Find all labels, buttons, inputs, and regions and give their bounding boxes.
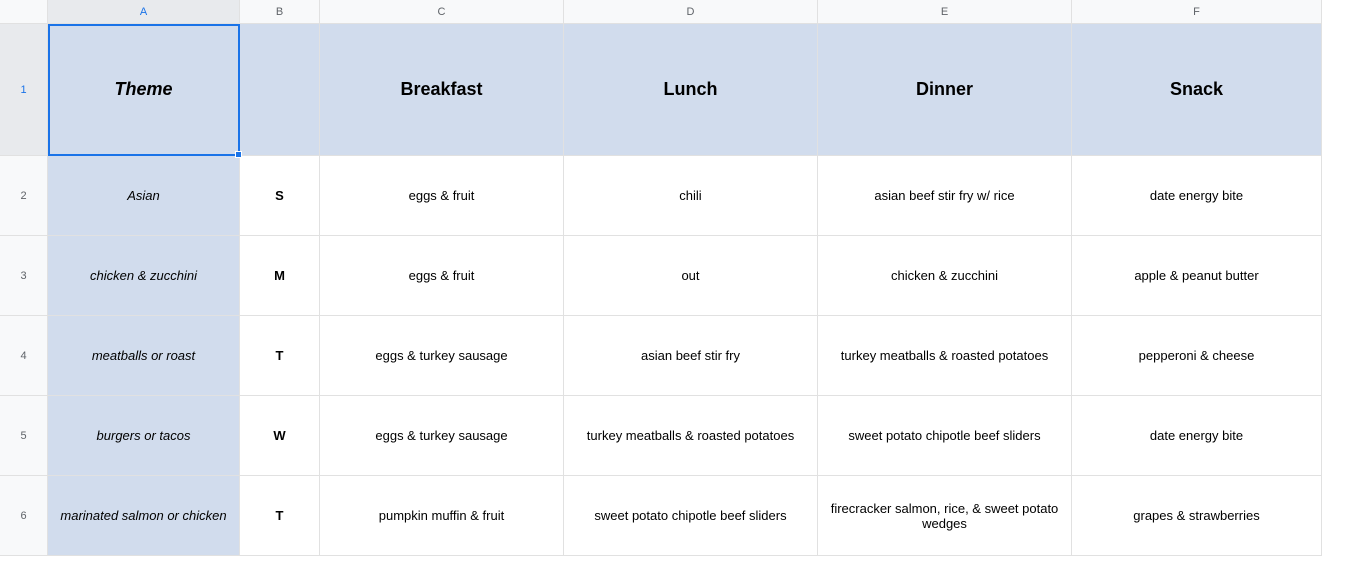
cell-e2[interactable]: asian beef stir fry w/ rice bbox=[818, 156, 1072, 236]
cell-c4[interactable]: eggs & turkey sausage bbox=[320, 316, 564, 396]
cell-c2[interactable]: eggs & fruit bbox=[320, 156, 564, 236]
col-header-e[interactable]: E bbox=[818, 0, 1072, 24]
cell-d4[interactable]: asian beef stir fry bbox=[564, 316, 818, 396]
cell-e1[interactable]: Dinner bbox=[818, 24, 1072, 156]
col-header-b[interactable]: B bbox=[240, 0, 320, 24]
cell-c3[interactable]: eggs & fruit bbox=[320, 236, 564, 316]
cell-f2[interactable]: date energy bite bbox=[1072, 156, 1322, 236]
cell-a4[interactable]: meatballs or roast bbox=[48, 316, 240, 396]
cell-f5[interactable]: date energy bite bbox=[1072, 396, 1322, 476]
cell-f6[interactable]: grapes & strawberries bbox=[1072, 476, 1322, 556]
cell-f3[interactable]: apple & peanut butter bbox=[1072, 236, 1322, 316]
cell-d1[interactable]: Lunch bbox=[564, 24, 818, 156]
row-header-3[interactable]: 3 bbox=[0, 236, 48, 316]
cell-a3[interactable]: chicken & zucchini bbox=[48, 236, 240, 316]
cell-e4[interactable]: turkey meatballs & roasted potatoes bbox=[818, 316, 1072, 396]
cell-b2[interactable]: S bbox=[240, 156, 320, 236]
cell-e6[interactable]: firecracker salmon, rice, & sweet potato… bbox=[818, 476, 1072, 556]
cell-d5[interactable]: turkey meatballs & roasted potatoes bbox=[564, 396, 818, 476]
cell-c1[interactable]: Breakfast bbox=[320, 24, 564, 156]
cell-a2[interactable]: Asian bbox=[48, 156, 240, 236]
cell-a6[interactable]: marinated salmon or chicken bbox=[48, 476, 240, 556]
cell-e5[interactable]: sweet potato chipotle beef sliders bbox=[818, 396, 1072, 476]
cell-d3[interactable]: out bbox=[564, 236, 818, 316]
cell-b3[interactable]: M bbox=[240, 236, 320, 316]
row-header-1[interactable]: 1 bbox=[0, 24, 48, 156]
cell-c6[interactable]: pumpkin muffin & fruit bbox=[320, 476, 564, 556]
row-header-4[interactable]: 4 bbox=[0, 316, 48, 396]
cell-b6[interactable]: T bbox=[240, 476, 320, 556]
row-header-6[interactable]: 6 bbox=[0, 476, 48, 556]
select-all-corner[interactable] bbox=[0, 0, 48, 24]
cell-f1[interactable]: Snack bbox=[1072, 24, 1322, 156]
cell-b5[interactable]: W bbox=[240, 396, 320, 476]
cell-a5[interactable]: burgers or tacos bbox=[48, 396, 240, 476]
cell-f4[interactable]: pepperoni & cheese bbox=[1072, 316, 1322, 396]
col-header-f[interactable]: F bbox=[1072, 0, 1322, 24]
cell-b4[interactable]: T bbox=[240, 316, 320, 396]
row-header-5[interactable]: 5 bbox=[0, 396, 48, 476]
row-header-2[interactable]: 2 bbox=[0, 156, 48, 236]
col-header-a[interactable]: A bbox=[48, 0, 240, 24]
cell-b1[interactable] bbox=[240, 24, 320, 156]
col-header-d[interactable]: D bbox=[564, 0, 818, 24]
cell-a1[interactable]: Theme bbox=[48, 24, 240, 156]
cell-d6[interactable]: sweet potato chipotle beef sliders bbox=[564, 476, 818, 556]
spreadsheet-grid[interactable]: A B C D E F 1 Theme Breakfast Lunch Dinn… bbox=[0, 0, 1365, 556]
cell-c5[interactable]: eggs & turkey sausage bbox=[320, 396, 564, 476]
col-header-c[interactable]: C bbox=[320, 0, 564, 24]
cell-e3[interactable]: chicken & zucchini bbox=[818, 236, 1072, 316]
cell-d2[interactable]: chili bbox=[564, 156, 818, 236]
